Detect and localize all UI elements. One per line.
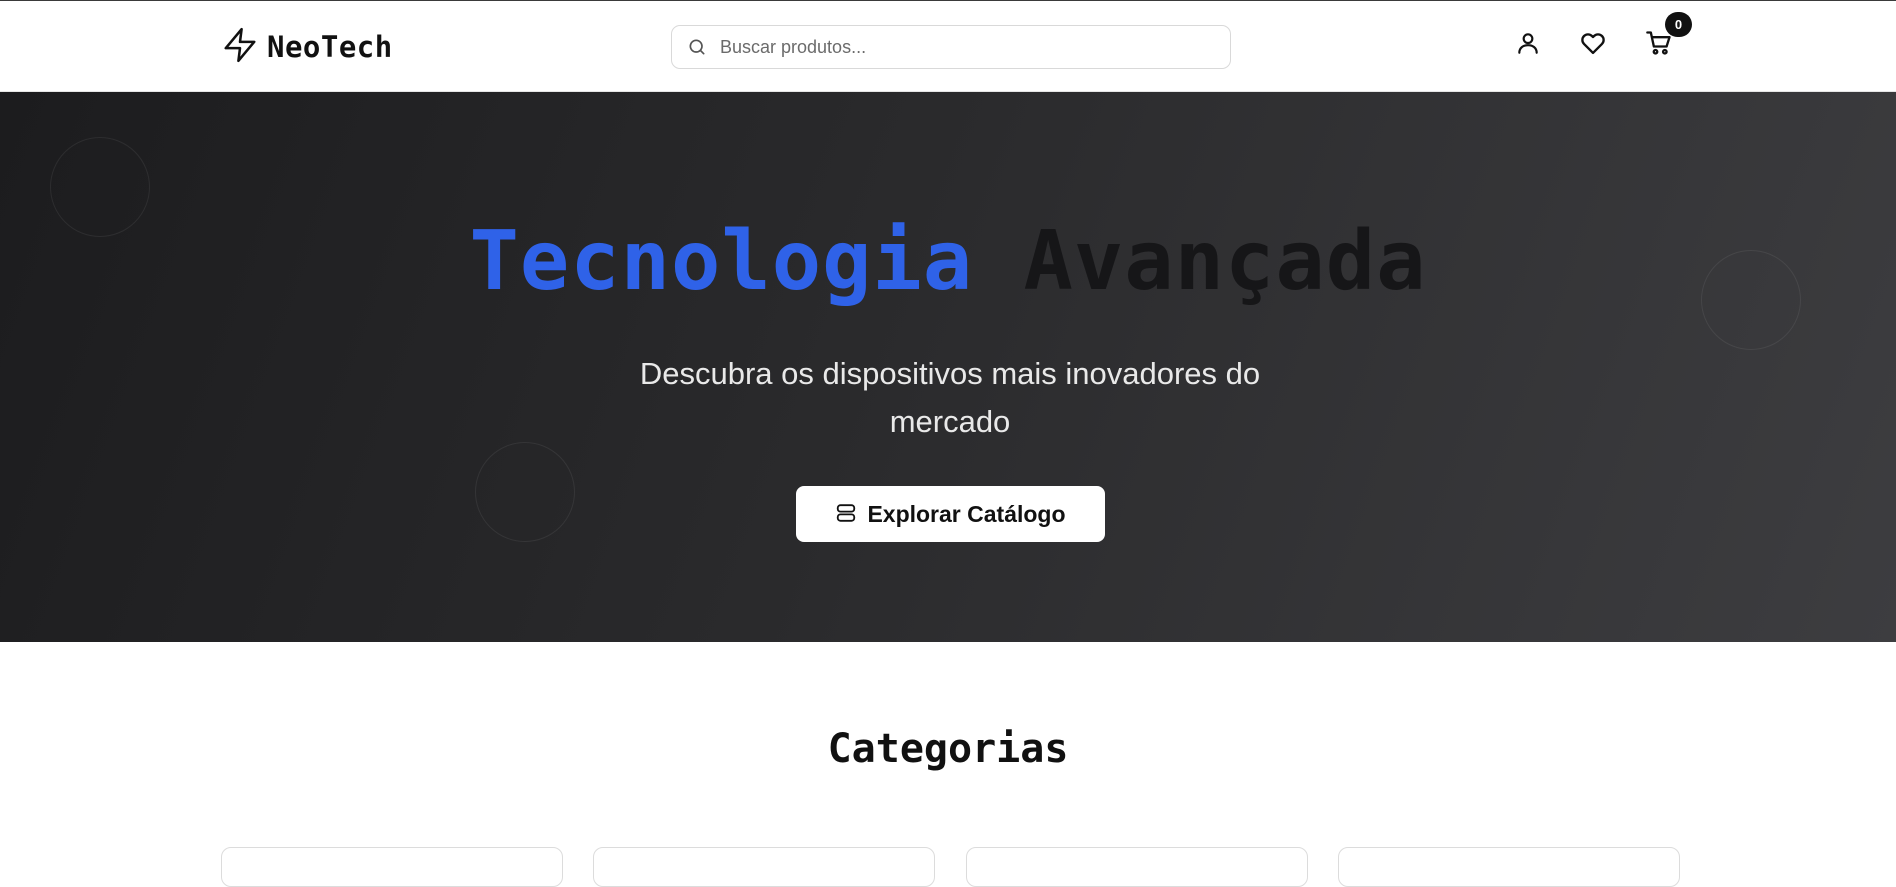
cart-count-badge: 0 [1665,12,1692,37]
explore-catalog-button[interactable]: Explorar Catálogo [796,486,1105,542]
explore-catalog-label: Explorar Catálogo [867,500,1066,527]
account-button[interactable] [1511,28,1545,62]
hero-title-highlight: Tecnologia [469,214,974,309]
heart-icon [1579,29,1607,62]
wishlist-button[interactable] [1576,28,1610,62]
hero-banner: Tecnologia Avançada Descubra os disposit… [0,92,1896,642]
decorative-circle [475,442,575,542]
hero-title: Tecnologia Avançada [0,214,1896,309]
user-icon [1515,30,1541,61]
lightning-bolt-icon [221,24,259,71]
search-input[interactable] [720,27,1200,67]
brand-name: NeoTech [267,30,393,64]
search-bar[interactable] [671,25,1231,69]
hero-title-rest: Avançada [1023,214,1427,309]
catalog-stack-icon [835,502,857,527]
category-card[interactable] [966,847,1308,887]
search-icon [686,36,708,58]
site-header: NeoTech 0 [0,1,1896,92]
category-card[interactable] [221,847,563,887]
category-card[interactable] [1338,847,1680,887]
brand-logo[interactable]: NeoTech [221,26,393,68]
hero-subtitle: Descubra os dispositivos mais inovadores… [639,356,1261,439]
categories-heading: Categorias [827,726,1069,772]
category-card[interactable] [593,847,935,887]
